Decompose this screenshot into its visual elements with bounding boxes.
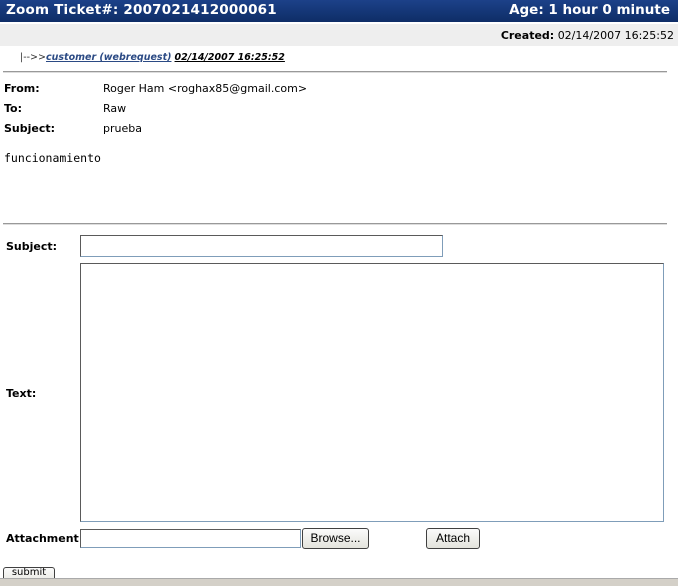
reply-text-area[interactable]: [80, 263, 664, 522]
to-label: To:: [4, 102, 22, 115]
ticket-age: Age: 1 hour 0 minute: [509, 2, 670, 18]
ticket-title: Zoom Ticket#: 2007021412000061: [6, 2, 277, 18]
reply-subject-label: Subject:: [6, 240, 58, 253]
article-prefix: |-->>: [20, 52, 46, 63]
divider: [3, 223, 667, 225]
message-body: funcionamiento: [4, 151, 101, 165]
article-sender-link[interactable]: customer (webrequest): [46, 52, 172, 63]
created-label: Created:: [500, 29, 555, 42]
created-info: Created: 02/14/2007 16:25:52: [501, 29, 674, 42]
subject-label: Subject:: [4, 122, 56, 135]
ticket-title-bar: Zoom Ticket#: 2007021412000061 Age: 1 ho…: [0, 0, 678, 22]
created-value: 02/14/2007 16:25:52: [557, 29, 674, 42]
attachment-label: Attachment:: [6, 532, 84, 545]
subject-value: prueba: [103, 122, 142, 135]
attach-button[interactable]: Attach: [426, 528, 480, 549]
article-link-line: |-->>customer (webrequest) 02/14/2007 16…: [20, 52, 285, 63]
browse-button[interactable]: Browse...: [302, 528, 369, 549]
created-bar: Created: 02/14/2007 16:25:52: [0, 24, 678, 46]
divider: [3, 71, 667, 73]
from-value: Roger Ham <roghax85@gmail.com>: [103, 82, 308, 95]
article-date-link[interactable]: 02/14/2007 16:25:52: [175, 52, 285, 63]
from-label: From:: [4, 82, 40, 95]
reply-subject-input[interactable]: [80, 235, 443, 257]
reply-text-label: Text:: [6, 387, 37, 400]
attachment-file-input[interactable]: [80, 529, 301, 548]
to-value: Raw: [103, 102, 127, 115]
